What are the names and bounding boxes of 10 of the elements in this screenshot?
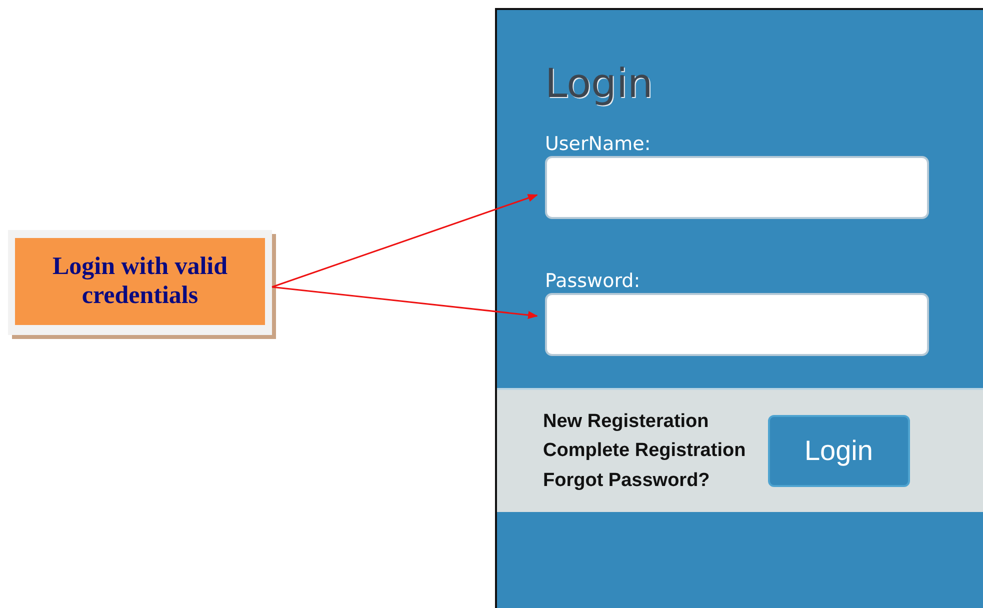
panel-title: Login	[545, 60, 654, 108]
footer-link[interactable]: Forgot Password?	[543, 466, 746, 496]
field-label: UserName:	[545, 132, 652, 156]
callout-text: Login with valid credentials	[51, 252, 229, 310]
field-label: Password:	[545, 269, 642, 293]
input-field[interactable]	[545, 156, 929, 219]
footer-link[interactable]: New Registeration	[543, 406, 746, 436]
input-field[interactable]	[545, 293, 929, 356]
footer-link[interactable]: Complete Registration	[543, 436, 746, 466]
login-button[interactable]: Login	[768, 415, 910, 487]
